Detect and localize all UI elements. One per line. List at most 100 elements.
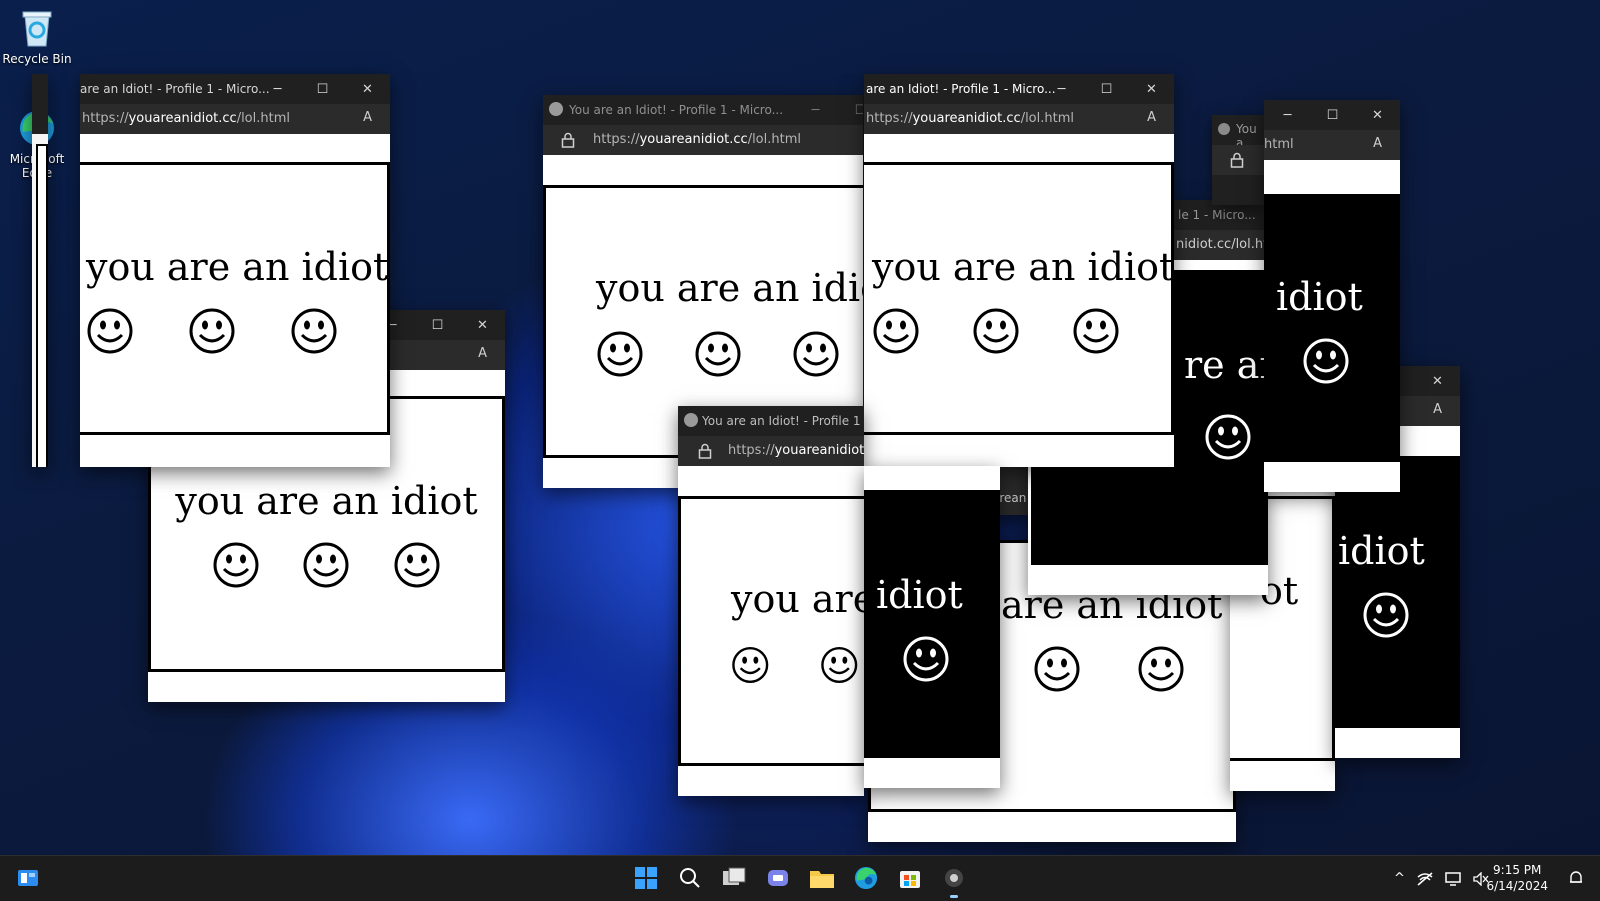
network-icon[interactable] [1417,871,1433,886]
start-icon[interactable] [630,862,662,894]
address-bar[interactable] [1212,145,1264,175]
active-indicator [950,895,958,898]
idiot-message-partial: ot [1260,569,1299,613]
address-bar[interactable]: https://youareanidiot.cc/lol.html [543,125,863,155]
address-bar[interactable]: https://youareanidiot.cc/lol.html A [864,104,1174,134]
idiot-message-partial: re an [1184,343,1268,387]
smiley-icon [87,308,133,354]
window-titlebar[interactable]: You are an Idiot! - Profile 1 - Micro...… [543,95,863,125]
read-aloud-icon[interactable]: A [1433,402,1442,417]
smiley-icon [1138,646,1184,692]
smiley-icon [1363,592,1409,638]
close-button[interactable]: ✕ [1355,100,1400,130]
clock-time: 9:15 PM [1493,863,1542,877]
task-view-icon[interactable] [718,862,750,894]
smiley-icon [1073,308,1119,354]
url-text[interactable]: https://youareanidiot.cc/lol.html [866,111,1074,126]
browser-window[interactable]: are an Idiot! - Profile 1 - Micro... ─ ☐ ✕… [80,74,390,467]
smiley-icon [903,636,949,682]
site-favicon-icon [1218,123,1230,135]
close-button[interactable]: ✕ [1129,74,1174,104]
maximize-button[interactable]: ☐ [415,310,460,340]
recycle-bin-shortcut[interactable]: Recycle Bin [2,8,72,66]
maximize-button[interactable]: ☐ [1084,74,1129,104]
read-aloud-icon[interactable]: A [1147,110,1156,125]
lock-icon [698,443,712,459]
edge-icon[interactable] [850,862,882,894]
url-text[interactable]: https://youareanidiot.c [728,443,864,458]
teams-chat-icon[interactable] [762,862,794,894]
maximize-button[interactable]: ☐ [300,74,345,104]
page-content: you are an idiot [80,134,390,467]
smiley-icon [1205,414,1251,460]
store-icon[interactable] [894,862,926,894]
minimize-button[interactable]: ─ [255,74,300,104]
page-frame: you are an idiot [80,162,390,435]
close-button[interactable]: ✕ [1415,366,1460,396]
minimize-button[interactable]: ─ [1265,100,1310,130]
page-frame: idiot [1264,194,1400,462]
url-text[interactable]: html [1264,137,1294,152]
idiot-message: you are an idiot [872,245,1174,289]
read-aloud-icon[interactable]: A [363,110,372,125]
url-path: /lol.html [747,132,801,147]
browser-window[interactable]: are an Idiot! - Profile 1 - Micro... ─ ☐ ✕… [864,74,1174,467]
clock[interactable]: 9:15 PM 6/14/2024 [1486,862,1548,894]
show-hidden-icons-chevron-icon[interactable]: ^ [1394,871,1405,886]
desktop: Recycle Bin Microsoft Edge ─☐✕ A you are… [0,0,1600,855]
window-titlebar[interactable] [32,74,48,134]
read-aloud-icon[interactable]: A [1373,136,1382,151]
app-icon[interactable] [938,862,970,898]
url-domain: youareanidiot.cc [639,132,748,147]
browser-window-fragment[interactable]: You a [1212,115,1264,205]
browser-window[interactable]: ─ ☐ ✕ html A idiot [1264,100,1400,492]
page-frame [36,144,48,467]
window-titlebar[interactable]: are an Idiot! - Profile 1 - Micro... ─ ☐ ✕ [864,74,1174,104]
url-prefix: https:// [866,111,913,126]
address-bar[interactable]: https://youareanidiot.c [678,436,864,466]
idiot-message: you are an idiot [175,479,478,523]
smiley-icon [303,542,349,588]
site-favicon-icon [684,413,698,427]
idiot-message-partial: idiot [1276,275,1363,319]
url-prefix: https:// [82,111,129,126]
url-text[interactable]: https://youareanidiot.cc/lol.html [82,111,290,126]
close-button[interactable]: ✕ [345,74,390,104]
window-titlebar[interactable]: You are an Idiot! - Profile 1 - M [678,406,864,436]
browser-window[interactable]: You are an Idiot! - Profile 1 - M https:… [678,406,864,796]
page-frame: idiot [1335,456,1460,728]
smiley-icon [1034,646,1080,692]
url-domain: youareanidiot.cc [912,111,1021,126]
url-prefix: https:// [728,443,775,458]
smiley-icon [1303,338,1349,384]
maximize-button[interactable]: ☐ [838,95,863,125]
read-aloud-icon[interactable]: A [478,346,487,361]
url-domain: youareanidiot.c [774,443,864,458]
minimize-button[interactable]: ─ [793,95,838,125]
url-text[interactable]: https://youareanidiot.cc/lol.html [593,132,801,147]
close-button[interactable]: ✕ [460,310,505,340]
maximize-button[interactable]: ☐ [1310,100,1355,130]
site-favicon-icon [549,102,563,116]
page-frame: you are an idiot [864,162,1174,435]
file-explorer-icon[interactable] [806,862,838,894]
browser-window[interactable]: idiot [864,466,1000,788]
address-bar[interactable]: html A [1264,130,1400,160]
browser-window-sliver[interactable] [32,74,48,467]
url-domain: youareanidiot.cc [128,111,237,126]
window-titlebar[interactable]: ─ ☐ ✕ [1264,100,1400,130]
smiley-icon [291,308,337,354]
window-title: le 1 - Micro... [1178,208,1256,222]
notification-icon[interactable] [1568,870,1584,886]
display-icon[interactable] [1445,871,1461,886]
widgets-icon[interactable] [12,862,44,894]
search-icon[interactable] [674,862,706,894]
url-path: /lol.html [236,111,290,126]
address-bar[interactable]: https://youareanidiot.cc/lol.html A [80,104,390,134]
url-prefix: https:// [593,132,640,147]
smiley-icon [394,542,440,588]
window-titlebar[interactable]: are an Idiot! - Profile 1 - Micro... ─ ☐ ✕ [80,74,390,104]
minimize-button[interactable]: ─ [1039,74,1084,104]
page-content: you are [678,466,864,796]
url-text[interactable]: nidiot.cc/lol.htr [1176,237,1268,252]
